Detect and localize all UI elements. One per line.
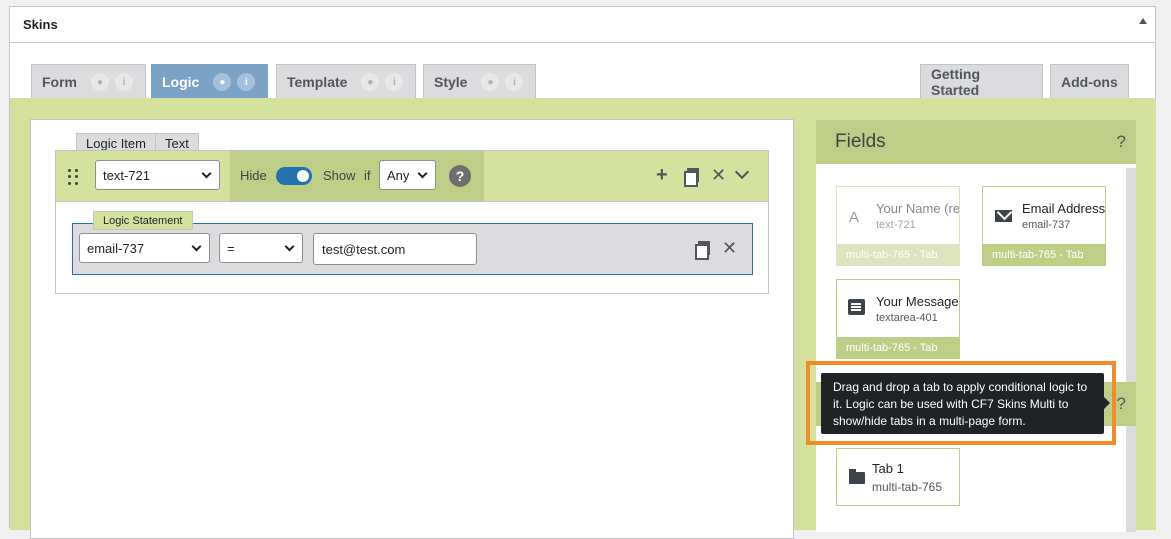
lightbulb-icon[interactable]: ● xyxy=(91,73,109,91)
operator-select-value: = xyxy=(227,240,235,256)
tab-form[interactable]: Form ● i xyxy=(31,64,146,99)
tab-getting-started[interactable]: Getting Started xyxy=(920,64,1043,99)
help-icon[interactable]: ? xyxy=(449,165,471,187)
if-label: if xyxy=(364,168,371,183)
field-tag: textarea-401 xyxy=(876,312,938,324)
tab-style[interactable]: Style ● i xyxy=(423,64,536,99)
tab-add-ons-label: Add-ons xyxy=(1061,74,1118,90)
chevron-down-icon xyxy=(201,168,212,179)
skins-panel: Skins Form ● i Logic ● i Template ● i St… xyxy=(9,6,1156,539)
field-tag: text-721 xyxy=(876,219,916,231)
tab-logic-label: Logic xyxy=(162,74,200,90)
tab-logic[interactable]: Logic ● i xyxy=(151,64,268,99)
delete-icon[interactable]: ✕ xyxy=(722,237,737,259)
add-icon[interactable]: + xyxy=(656,164,668,186)
logic-workspace: Logic Item Text text-721 Hide Show if An… xyxy=(10,98,1156,539)
tab-template[interactable]: Template ● i xyxy=(276,64,416,99)
field-name: Your Message xyxy=(876,294,959,309)
fields-panel: Fields ? A Your Name (re text-721 multi-… xyxy=(816,120,1136,532)
logic-statement-box: email-737 = test@test.com ✕ Logic Statem… xyxy=(55,202,769,294)
panel-header: Skins xyxy=(10,7,1155,43)
info-icon[interactable]: i xyxy=(237,73,256,91)
field-name: Your Name (re xyxy=(876,201,960,216)
tab-style-label: Style xyxy=(434,74,468,90)
info-icon[interactable]: i xyxy=(385,73,404,91)
hide-label: Hide xyxy=(240,168,267,183)
fields-title: Fields xyxy=(835,131,886,152)
tabs-help-icon[interactable]: ? xyxy=(1117,394,1126,414)
folder-icon xyxy=(849,469,865,484)
tab-add-ons[interactable]: Add-ons xyxy=(1050,64,1129,99)
operator-select[interactable]: = xyxy=(219,233,303,263)
field-tab: multi-tab-765 - Tab xyxy=(837,337,959,358)
duplicate-icon[interactable] xyxy=(695,241,710,260)
field-card-your-name[interactable]: A Your Name (re text-721 multi-tab-765 -… xyxy=(836,186,960,266)
field-tag: email-737 xyxy=(1022,219,1071,231)
hide-show-toggle[interactable] xyxy=(276,167,312,185)
tab-form-label: Form xyxy=(42,74,77,90)
logic-field-select-value: text-721 xyxy=(103,167,150,183)
logic-editor[interactable]: Logic Item Text text-721 Hide Show if An… xyxy=(30,119,794,539)
panel-title: Skins xyxy=(23,17,58,32)
lightbulb-icon[interactable]: ● xyxy=(361,73,380,91)
collapse-arrow-icon[interactable] xyxy=(1139,18,1147,24)
match-select-value: Any xyxy=(387,167,410,183)
tab-name: Tab 1 xyxy=(872,461,904,476)
chevron-down-icon xyxy=(284,241,295,252)
match-select[interactable]: Any xyxy=(379,160,436,190)
logic-item-bar: text-721 Hide Show if Any ? + ✕ xyxy=(55,150,769,202)
drag-handle-icon[interactable] xyxy=(68,169,78,185)
statement-value: test@test.com xyxy=(322,241,406,257)
fields-header: Fields ? xyxy=(816,120,1136,164)
logic-field-select[interactable]: text-721 xyxy=(95,160,220,190)
tab-getting-started-label: Getting Started xyxy=(931,66,980,98)
info-icon[interactable]: i xyxy=(115,73,133,91)
statement-value-input[interactable]: test@test.com xyxy=(313,233,477,265)
info-icon[interactable]: i xyxy=(505,73,524,91)
field-tab: multi-tab-765 - Tab xyxy=(837,244,959,265)
chevron-down-icon[interactable] xyxy=(734,164,750,180)
chevron-down-icon xyxy=(191,241,202,252)
field-card-email-address[interactable]: Email Address email-737 multi-tab-765 - … xyxy=(982,186,1106,266)
logic-statement-label: Logic Statement xyxy=(93,211,193,230)
duplicate-icon[interactable] xyxy=(684,168,699,187)
field-name: Email Address xyxy=(1022,201,1106,216)
tab-template-label: Template xyxy=(287,74,348,90)
statement-field-select-value: email-737 xyxy=(87,240,145,256)
field-tab: multi-tab-765 - Tab xyxy=(983,244,1105,265)
field-card-your-message[interactable]: Your Message textarea-401 multi-tab-765 … xyxy=(836,279,960,359)
email-icon xyxy=(995,210,1012,222)
text-field-icon: A xyxy=(849,209,860,226)
show-label: Show xyxy=(323,168,356,183)
fields-help-icon[interactable]: ? xyxy=(1117,132,1126,152)
chevron-down-icon xyxy=(417,168,428,179)
tab-card-tab-1[interactable]: Tab 1 multi-tab-765 xyxy=(836,448,960,506)
highlight-annotation xyxy=(806,361,1116,445)
scrollbar[interactable] xyxy=(1126,168,1136,532)
condition-zone: Hide Show if Any ? xyxy=(230,151,484,201)
delete-icon[interactable]: ✕ xyxy=(711,164,726,186)
statement-field-select[interactable]: email-737 xyxy=(79,233,210,263)
lightbulb-icon[interactable]: ● xyxy=(481,73,500,91)
tab-tag: multi-tab-765 xyxy=(872,480,943,494)
logic-statement-row: email-737 = test@test.com ✕ xyxy=(72,223,753,275)
textarea-icon xyxy=(848,299,865,315)
lightbulb-icon[interactable]: ● xyxy=(213,73,232,91)
